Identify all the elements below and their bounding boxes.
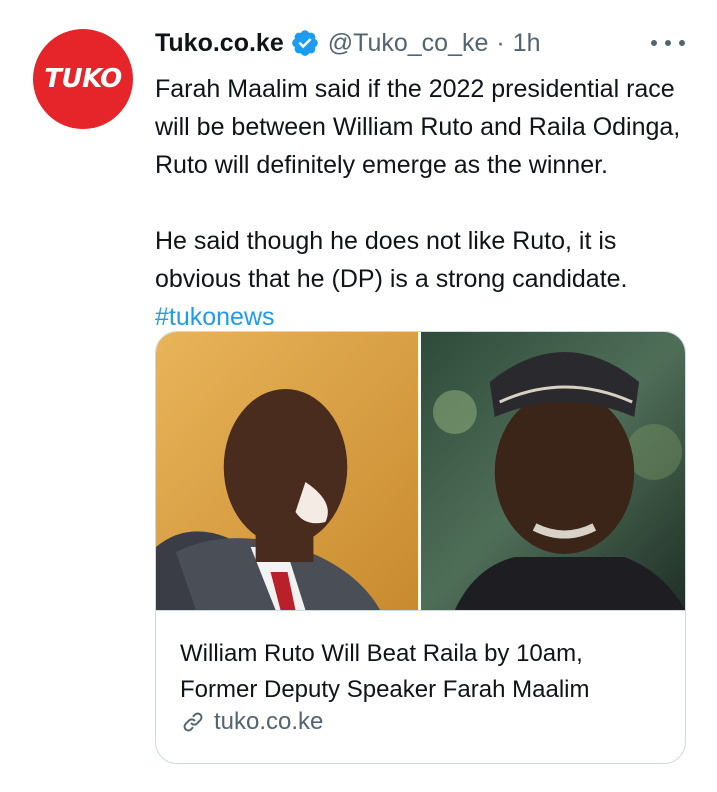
tuko-logo: TUKO (44, 64, 122, 94)
display-name[interactable]: Tuko.co.ke (155, 29, 284, 58)
tweet[interactable]: TUKO Tuko.co.ke @Tuko_co_ke · 1h Farah M… (0, 0, 717, 792)
separator-dot: · (496, 28, 505, 57)
handle[interactable]: @Tuko_co_ke (328, 29, 489, 58)
tweet-text-line: Farah Maalim said if the 2022 presidenti… (155, 75, 675, 103)
card-domain-label: tuko.co.ke (214, 708, 324, 735)
tweet-text: Farah Maalim said if the 2022 presidenti… (155, 70, 700, 336)
tweet-header: Tuko.co.ke @Tuko_co_ke · 1h (155, 26, 541, 60)
card-divider (156, 610, 685, 611)
link-icon (183, 712, 203, 732)
timestamp[interactable]: 1h (513, 29, 541, 58)
card-title[interactable]: William Ruto Will Beat Raila by 10am, Fo… (180, 636, 670, 708)
card-title-line: William Ruto Will Beat Raila by 10am, (180, 640, 583, 667)
avatar[interactable]: TUKO (33, 29, 133, 129)
tweet-text-line: obvious that he (DP) is a strong candida… (155, 265, 628, 293)
card-image[interactable] (156, 332, 685, 610)
tweet-text-line: Ruto will definitely emerge as the winne… (155, 151, 609, 179)
tweet-text-line: will be between William Ruto and Raila O… (155, 113, 681, 141)
card-domain[interactable]: tuko.co.ke (180, 705, 323, 739)
hashtag-link[interactable]: #tukonews (155, 303, 275, 331)
tweet-text-line: He said though he does not like Ruto, it… (155, 227, 617, 255)
link-card[interactable]: William Ruto Will Beat Raila by 10am, Fo… (155, 331, 686, 764)
more-options-icon[interactable] (651, 33, 685, 53)
card-title-line: Former Deputy Speaker Farah Maalim (180, 676, 590, 703)
verified-badge-icon (291, 30, 318, 56)
